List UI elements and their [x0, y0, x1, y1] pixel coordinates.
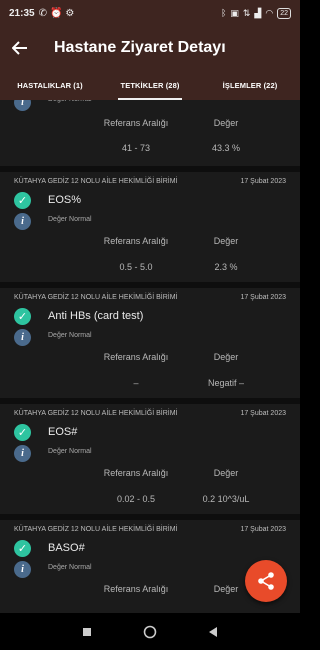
check-icon: ✓ [14, 540, 31, 557]
divider [0, 398, 300, 404]
divider [0, 166, 300, 172]
status-normal: Değer Normal [48, 332, 92, 339]
status-bar: 21:35 ✆ ⏰ ⚙ ᛒ ▣ ⇅ ▟ ◠ 22 [0, 0, 300, 26]
ref-range-value: 0.02 - 0.5 [116, 494, 156, 504]
result-value: 2.3 % [214, 262, 238, 272]
list-item[interactable]: KÜTAHYA GEDİZ 12 NOLU AİLE HEKİMLİĞİ BİR… [0, 178, 300, 288]
bluetooth-icon: ᛒ [220, 8, 227, 18]
ref-range-value: 0.5 - 5.0 [119, 262, 153, 272]
info-icon[interactable]: i [14, 213, 31, 230]
result-date: 17 Şubat 2023 [240, 178, 286, 185]
ref-range-label: Referans Aralığı [103, 468, 169, 478]
info-icon[interactable]: i [14, 100, 31, 111]
result-value: Negatif – [207, 378, 245, 388]
status-time: 21:35 [9, 7, 35, 19]
result-value: 43.3 % [211, 143, 241, 153]
recents-square-icon[interactable] [72, 617, 102, 647]
test-name: Anti HBs (card test) [48, 310, 144, 322]
ref-range-value: 41 - 73 [121, 143, 151, 153]
ref-range-value: – [133, 378, 139, 388]
signal-icon: ▟ [254, 7, 262, 18]
facility-name: KÜTAHYA GEDİZ 12 NOLU AİLE HEKİMLİĞİ BİR… [14, 178, 178, 185]
check-icon: ✓ [14, 192, 31, 209]
tab-islemler[interactable]: İŞLEMLER (22) [200, 70, 300, 100]
status-normal: Değer Normal [48, 100, 92, 103]
test-name: EOS% [48, 194, 82, 206]
results-list[interactable]: i Değer Normal Referans Aralığı Değer 41… [0, 100, 300, 613]
ref-range-label: Referans Aralığı [103, 352, 169, 362]
page-title: Hastane Ziyaret Detayı [54, 39, 226, 56]
ref-range-label: Referans Aralığı [103, 236, 169, 246]
whatsapp-icon: ✆ [38, 7, 47, 19]
facility-name: KÜTAHYA GEDİZ 12 NOLU AİLE HEKİMLİĞİ BİR… [14, 294, 178, 301]
divider [0, 514, 300, 520]
ref-range-label: Referans Aralığı [103, 118, 169, 128]
list-item[interactable]: KÜTAHYA GEDİZ 12 NOLU AİLE HEKİMLİĞİ BİR… [0, 294, 300, 404]
value-label: Değer [213, 118, 239, 128]
app-bar: Hastane Ziyaret Detayı [0, 26, 300, 70]
tab-hastaliklar[interactable]: HASTALIKLAR (1) [0, 70, 100, 100]
gear-icon: ⚙ [65, 7, 75, 19]
value-label: Değer [213, 236, 239, 246]
list-item[interactable]: KÜTAHYA GEDİZ 12 NOLU AİLE HEKİMLİĞİ BİR… [0, 410, 300, 520]
sim-icon: ▣ [230, 7, 239, 18]
check-icon: ✓ [14, 424, 31, 441]
back-arrow-icon[interactable] [0, 26, 40, 70]
share-button[interactable] [245, 560, 287, 602]
system-nav-bar [0, 613, 300, 650]
result-value: 0.2 10^3/uL [202, 494, 250, 504]
value-label: Değer [213, 468, 239, 478]
status-normal: Değer Normal [48, 216, 92, 223]
list-item[interactable]: i Değer Normal Referans Aralığı Değer 41… [0, 100, 300, 158]
ref-range-label: Referans Aralığı [103, 584, 169, 594]
result-date: 17 Şubat 2023 [240, 526, 286, 533]
facility-name: KÜTAHYA GEDİZ 12 NOLU AİLE HEKİMLİĞİ BİR… [14, 410, 178, 417]
info-icon[interactable]: i [14, 561, 31, 578]
test-name: EOS# [48, 426, 78, 438]
data-icon: ⇅ [242, 7, 251, 18]
divider [0, 282, 300, 288]
info-icon[interactable]: i [14, 445, 31, 462]
status-normal: Değer Normal [48, 448, 92, 455]
info-icon[interactable]: i [14, 329, 31, 346]
share-icon [258, 572, 274, 590]
check-icon: ✓ [14, 308, 31, 325]
status-normal: Değer Normal [48, 564, 92, 571]
value-label: Değer [213, 352, 239, 362]
back-triangle-icon[interactable] [198, 617, 228, 647]
tab-tetkikler[interactable]: TETKİKLER (28) [100, 70, 200, 100]
battery-icon: 22 [277, 7, 291, 19]
test-name: BASO# [48, 542, 85, 554]
facility-name: KÜTAHYA GEDİZ 12 NOLU AİLE HEKİMLİĞİ BİR… [14, 526, 178, 533]
value-label: Değer [213, 584, 239, 594]
result-date: 17 Şubat 2023 [240, 294, 286, 301]
home-circle-icon[interactable] [135, 617, 165, 647]
alarm-icon: ⏰ [49, 7, 63, 19]
wifi-icon: ◠ [265, 7, 274, 18]
tab-bar: HASTALIKLAR (1) TETKİKLER (28) İŞLEMLER … [0, 70, 300, 100]
result-date: 17 Şubat 2023 [240, 410, 286, 417]
